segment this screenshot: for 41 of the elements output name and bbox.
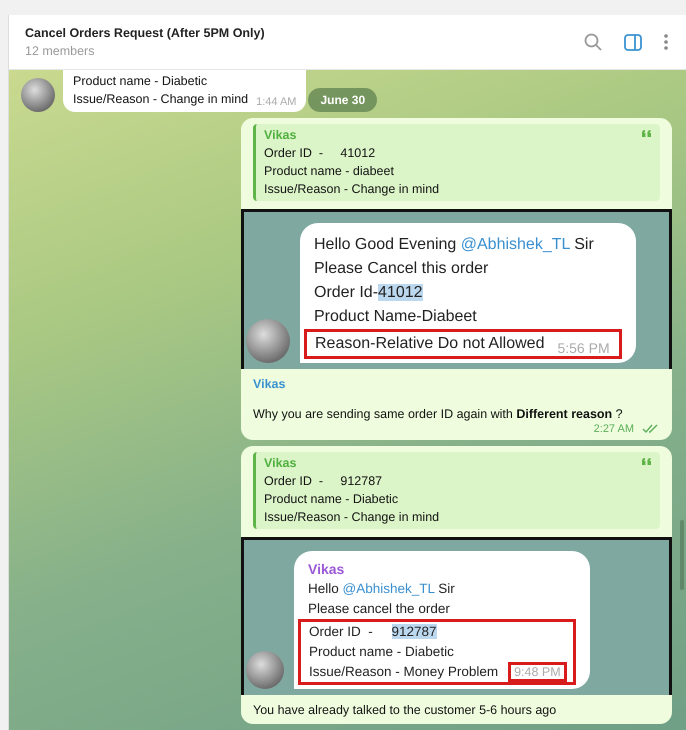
message-text: Why you are sending same order ID again with Different reason ? [252, 406, 624, 423]
message-time: 9:48 PM [508, 662, 567, 682]
search-button[interactable] [584, 33, 602, 51]
quote-author: Vikas [264, 127, 296, 144]
quote-author: Vikas [264, 455, 296, 472]
quote-line: Issue/Reason - Change in mind [264, 181, 440, 198]
quote-icon [642, 458, 652, 466]
message-line: Issue/Reason - Change in mind [73, 91, 248, 108]
message-line: Product name - Diabetic [73, 73, 208, 90]
quote-line: Order ID - 912787 [264, 473, 384, 490]
message-line: Product name - Diabetic [309, 643, 455, 661]
message-line: Hello @Abhishek_TL Sir [308, 580, 456, 598]
quote-line: Product name - diabeet [264, 163, 395, 180]
message-line: Please Cancel this order [314, 259, 490, 279]
chat-title: Cancel Orders Request (After 5PM Only) [25, 26, 266, 40]
message-line: Product Name-Diabeet [314, 307, 478, 327]
message-line: Order Id-41012 [314, 283, 424, 303]
message-line: Please cancel the order [308, 600, 451, 618]
message-time: 1:44 AM [256, 96, 296, 108]
message-time: 5:56 PM [556, 340, 611, 356]
avatar [246, 319, 290, 363]
message-text: You have already talked to the customer 5-6 hours ago [252, 702, 558, 719]
sender-name: Vikas [252, 376, 286, 391]
avatar [21, 78, 55, 112]
date-badge: June 30 [308, 88, 378, 112]
message-line: Hello Good Evening @Abhishek_TL Sir [314, 235, 595, 255]
message-line: Reason-Relative Do not Allowed [315, 334, 544, 354]
reply-quote[interactable]: Vikas Order ID - 41012 Product name - diabeet Issue/Reason - Change in mind [253, 124, 660, 201]
quote-icon [642, 130, 652, 138]
message-time: 2:27 AM [594, 423, 634, 435]
quote-line: Order ID - 41012 [264, 145, 376, 162]
quote-line: Issue/Reason - Change in mind [264, 509, 440, 526]
message-line: Order ID - 912787 [309, 623, 438, 641]
avatar [246, 651, 284, 689]
message-line: Issue/Reason - Money Problem [309, 663, 498, 681]
quote-line: Product name - Diabetic [264, 491, 400, 508]
sender-name: Vikas [308, 560, 346, 579]
member-count: 12 members [25, 44, 96, 58]
reply-quote[interactable]: Vikas Order ID - 912787 Product name - Diabetic Issue/Reason - Change in mind [253, 452, 660, 529]
more-menu-button[interactable] [664, 34, 668, 50]
sidebar-toggle-button[interactable] [624, 34, 642, 50]
